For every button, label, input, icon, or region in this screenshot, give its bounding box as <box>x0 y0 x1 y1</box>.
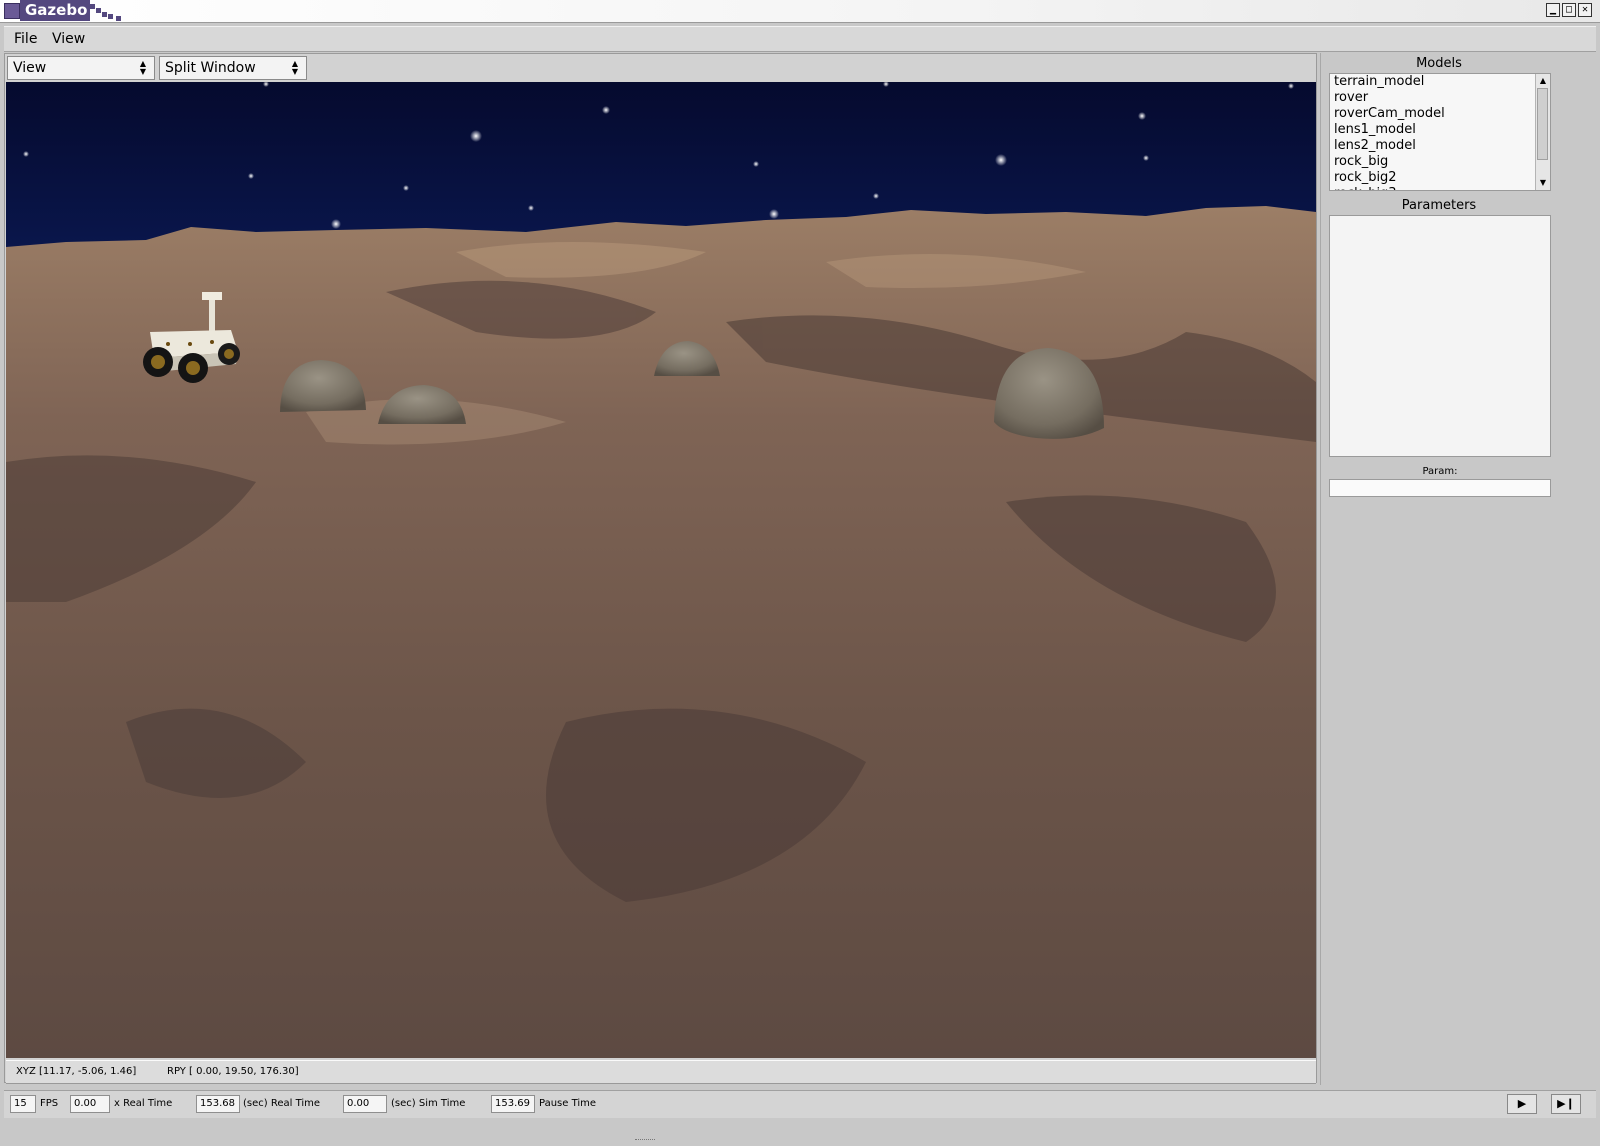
real-time-label: (sec) Real Time <box>243 1098 321 1109</box>
window-titlebar[interactable]: Gazebo ▁ □ ✕ <box>0 0 1600 23</box>
step-button[interactable]: ▶❙ <box>1551 1094 1581 1114</box>
parameters-list[interactable] <box>1329 215 1551 457</box>
scroll-up-icon[interactable]: ▲ <box>1537 75 1549 87</box>
list-item[interactable]: lens2_model <box>1334 138 1416 153</box>
pause-time-label: Pause Time <box>539 1098 597 1109</box>
list-item[interactable]: rock_big2 <box>1334 170 1397 185</box>
pose-status-bar: XYZ [11.17, -5.06, 1.46] RPY [ 0.00, 19.… <box>6 1060 1316 1084</box>
menu-view[interactable]: View <box>52 31 85 47</box>
resize-grip[interactable] <box>635 1139 655 1145</box>
view-select[interactable]: View ▲ ▼ <box>7 56 155 80</box>
title-decoration <box>90 4 126 22</box>
play-button[interactable]: ▶ <box>1507 1094 1537 1114</box>
menubar: File View <box>4 26 1596 52</box>
models-scrollbar[interactable]: ▲ ▼ <box>1535 74 1550 190</box>
models-title: Models <box>1416 56 1462 71</box>
scrollbar-thumb[interactable] <box>1537 88 1548 160</box>
camera-rpy: RPY [ 0.00, 19.50, 176.30] <box>167 1066 299 1077</box>
realtime-factor-field: 0.00 <box>70 1095 110 1113</box>
select-arrows-icon: ▲ ▼ <box>139 59 147 76</box>
menu-file[interactable]: File <box>14 31 37 47</box>
scroll-down-icon[interactable]: ▼ <box>1537 177 1549 189</box>
list-item[interactable]: terrain_model <box>1334 74 1424 89</box>
close-button[interactable]: ✕ <box>1578 3 1592 17</box>
time-bar: 15 FPS 0.00 x Real Time 153.68 (sec) Rea… <box>4 1090 1596 1118</box>
sim-time-field: 0.00 <box>343 1095 387 1113</box>
side-panel: Models terrain_model rover roverCam_mode… <box>1320 53 1557 1085</box>
fps-field: 15 <box>10 1095 36 1113</box>
select-arrows-icon: ▲ ▼ <box>291 59 299 76</box>
parameters-title: Parameters <box>1401 198 1477 213</box>
list-item[interactable]: rock_big3 <box>1334 186 1397 190</box>
real-time-field: 153.68 <box>196 1095 240 1113</box>
minimize-button[interactable]: ▁ <box>1546 3 1560 17</box>
split-window-select[interactable]: Split Window ▲ ▼ <box>159 56 307 80</box>
render-viewport[interactable] <box>6 82 1316 1058</box>
list-item[interactable]: roverCam_model <box>1334 106 1445 121</box>
camera-xyz: XYZ [11.17, -5.06, 1.46] <box>16 1066 137 1077</box>
split-window-label: Split Window <box>165 60 256 76</box>
window-title: Gazebo <box>20 0 90 21</box>
app-icon <box>4 3 20 19</box>
realtime-factor-label: x Real Time <box>114 1098 173 1109</box>
param-label: Param: <box>1422 466 1458 477</box>
list-item[interactable]: rock_big <box>1334 154 1388 169</box>
param-input[interactable] <box>1329 479 1551 497</box>
sim-time-label: (sec) Sim Time <box>391 1098 466 1109</box>
pause-time-field: 153.69 <box>491 1095 535 1113</box>
models-list[interactable]: terrain_model rover roverCam_model lens1… <box>1329 73 1551 191</box>
fps-label: FPS <box>40 1098 59 1109</box>
view-select-label: View <box>13 60 47 76</box>
list-item[interactable]: rover <box>1334 90 1368 105</box>
maximize-button[interactable]: □ <box>1562 3 1576 17</box>
list-item[interactable]: lens1_model <box>1334 122 1416 137</box>
